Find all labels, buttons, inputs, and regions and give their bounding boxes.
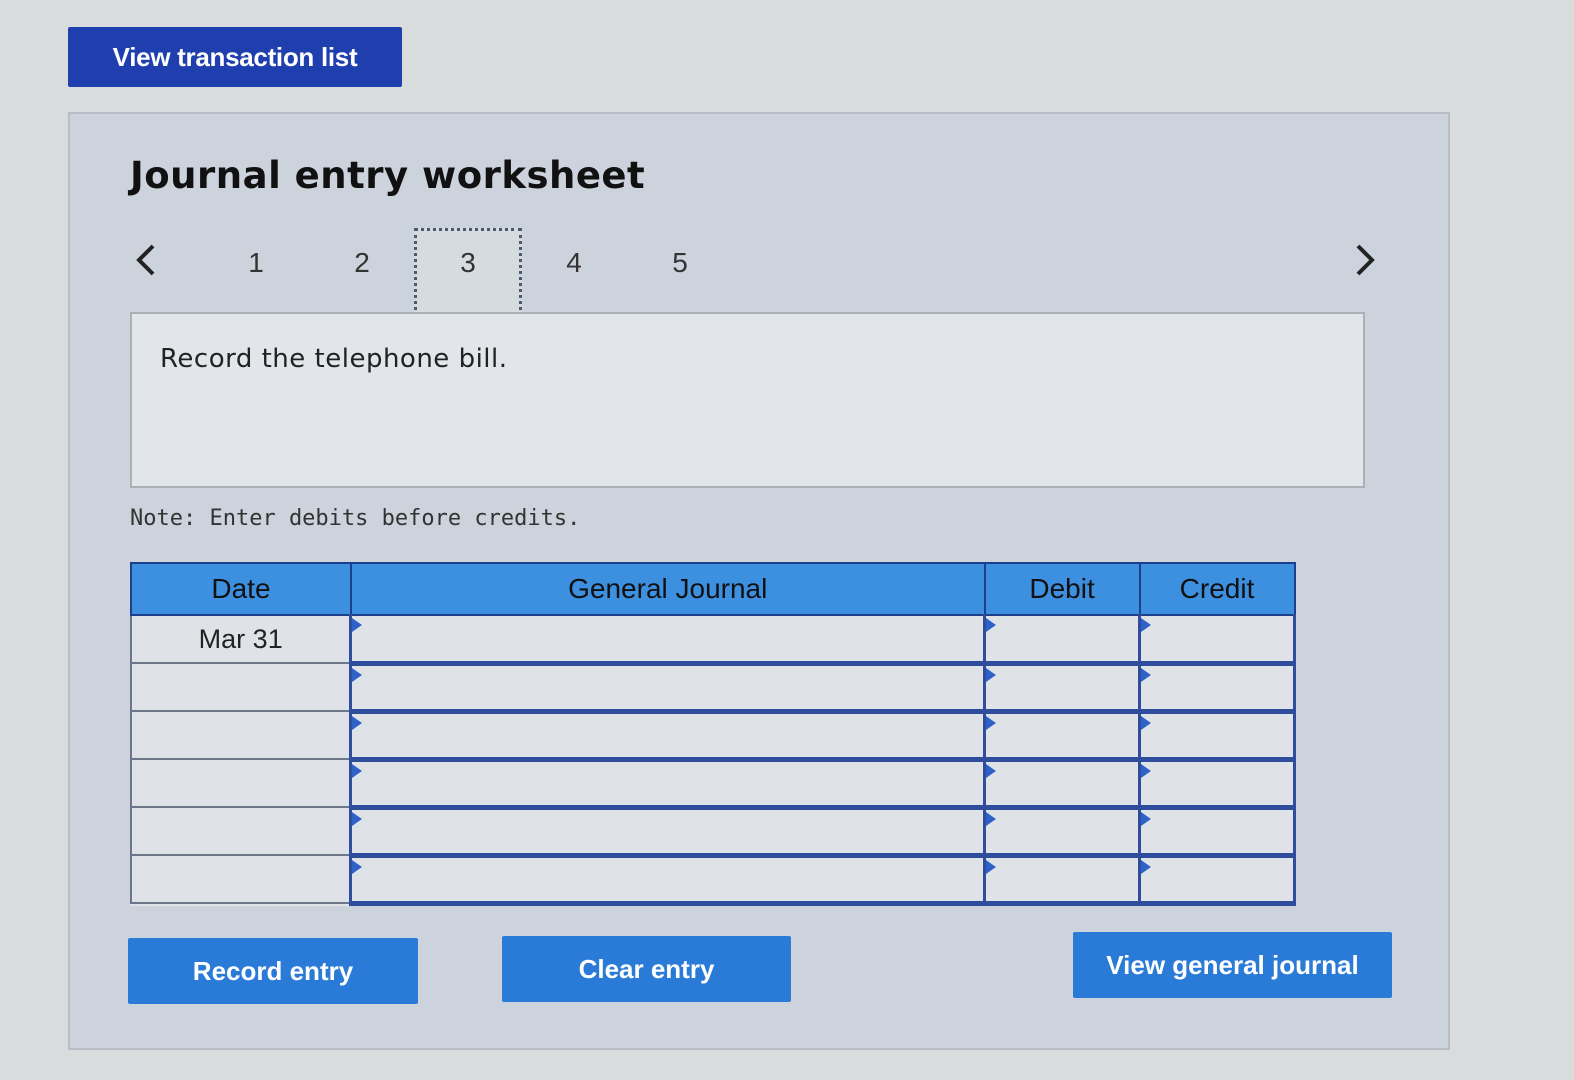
view-general-journal-button[interactable]: View general journal: [1073, 932, 1392, 998]
step-tab-1[interactable]: 1: [202, 228, 310, 316]
input-marker-icon: [986, 811, 997, 826]
chevron-left-icon[interactable]: [126, 238, 166, 282]
input-marker-icon: [986, 618, 997, 632]
entry-note: Note: Enter debits before credits.: [130, 506, 581, 531]
chevron-right-icon[interactable]: [1345, 238, 1385, 282]
credit-input[interactable]: [1138, 806, 1296, 858]
input-marker-icon: [986, 763, 997, 778]
input-marker-icon: [1141, 618, 1152, 632]
credit-input[interactable]: [1138, 614, 1296, 666]
date-cell: Mar 31: [130, 614, 352, 664]
journal-worksheet-panel: Journal entry worksheet 1 2 3 4 5 Record…: [68, 112, 1450, 1050]
step-tab-2[interactable]: 2: [308, 228, 416, 316]
view-transaction-list-button[interactable]: View transaction list: [68, 27, 402, 87]
header-debit: Debit: [983, 562, 1141, 616]
step-tab-5[interactable]: 5: [626, 228, 734, 316]
table-row: [130, 758, 1296, 810]
date-cell: [130, 806, 352, 856]
table-row: [130, 710, 1296, 762]
date-cell: [130, 758, 352, 808]
credit-input[interactable]: [1138, 710, 1296, 762]
debit-input[interactable]: [983, 758, 1141, 810]
debit-input[interactable]: [983, 614, 1141, 666]
dropdown-marker-icon: [352, 667, 363, 682]
table-row: [130, 806, 1296, 858]
record-entry-button[interactable]: Record entry: [128, 938, 418, 1004]
journal-entry-table: Date General Journal Debit Credit Mar 31: [130, 562, 1296, 906]
account-input[interactable]: [349, 614, 986, 666]
transaction-description: Record the telephone bill.: [160, 344, 508, 374]
input-marker-icon: [1141, 667, 1152, 682]
debit-input[interactable]: [983, 662, 1141, 714]
input-marker-icon: [1141, 763, 1152, 778]
dropdown-marker-icon: [352, 715, 363, 730]
header-general-journal: General Journal: [349, 562, 986, 616]
account-input[interactable]: [349, 758, 986, 810]
dropdown-marker-icon: [352, 859, 363, 874]
credit-input[interactable]: [1138, 854, 1296, 906]
debit-input[interactable]: [983, 710, 1141, 762]
date-cell: [130, 662, 352, 712]
step-tab-4[interactable]: 4: [520, 228, 628, 316]
table-row: Mar 31: [130, 614, 1296, 666]
page-title: Journal entry worksheet: [130, 154, 646, 197]
credit-input[interactable]: [1138, 662, 1296, 714]
date-cell: [130, 854, 352, 904]
input-marker-icon: [1141, 715, 1152, 730]
header-credit: Credit: [1138, 562, 1296, 616]
dropdown-marker-icon: [352, 763, 363, 778]
date-cell: [130, 710, 352, 760]
credit-input[interactable]: [1138, 758, 1296, 810]
clear-entry-button[interactable]: Clear entry: [502, 936, 791, 1002]
transaction-description-box: Record the telephone bill.: [130, 312, 1365, 488]
account-input[interactable]: [349, 710, 986, 762]
account-input[interactable]: [349, 662, 986, 714]
step-tab-3[interactable]: 3: [414, 228, 522, 316]
table-row: [130, 854, 1296, 906]
debit-input[interactable]: [983, 854, 1141, 906]
account-input[interactable]: [349, 854, 986, 906]
header-date: Date: [130, 562, 352, 616]
input-marker-icon: [986, 715, 997, 730]
input-marker-icon: [986, 667, 997, 682]
input-marker-icon: [1141, 811, 1152, 826]
debit-input[interactable]: [983, 806, 1141, 858]
input-marker-icon: [1141, 859, 1152, 874]
table-row: [130, 662, 1296, 714]
dropdown-marker-icon: [352, 618, 363, 632]
dropdown-marker-icon: [352, 811, 363, 826]
account-input[interactable]: [349, 806, 986, 858]
input-marker-icon: [986, 859, 997, 874]
